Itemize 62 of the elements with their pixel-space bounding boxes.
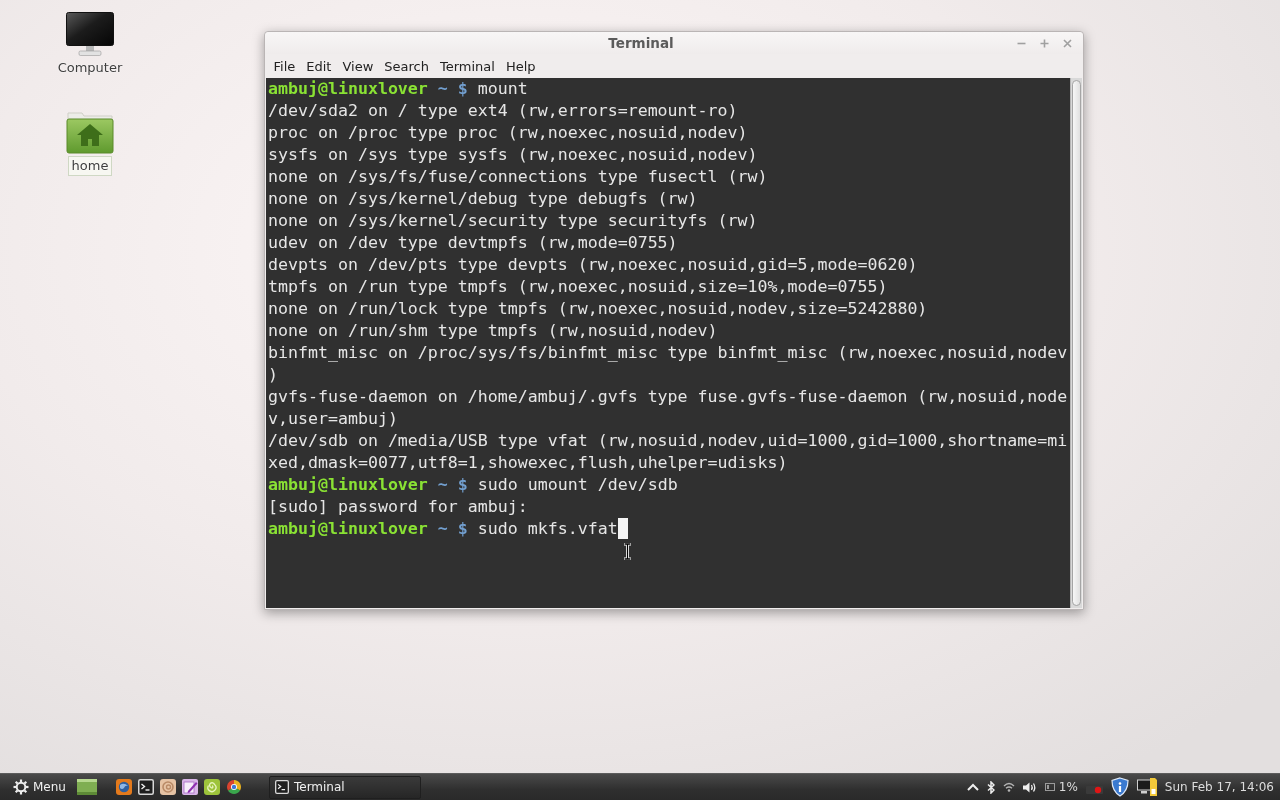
menu-button[interactable]: Menu <box>12 776 67 798</box>
prompt-symbol: $ <box>457 519 468 538</box>
menu-item[interactable]: Search <box>378 55 435 77</box>
spiral-icon[interactable] <box>203 779 220 795</box>
prompt-directory: ~ <box>437 475 448 494</box>
prompt-user-host: ambuj@linuxlover <box>268 475 428 494</box>
prompt-symbol: $ <box>457 475 468 494</box>
terminal-icon[interactable] <box>137 779 154 795</box>
menu-item[interactable]: Terminal <box>434 55 501 77</box>
battery-percentage: 1% <box>1058 780 1078 794</box>
desktop-icon-label[interactable]: home <box>67 156 113 176</box>
output-line: binfmt_misc on /proc/sys/fs/binfmt_misc type binfmt_misc (rw,noexec,nosuid,nodev <box>268 343 1068 362</box>
menu-item[interactable]: Help <box>500 55 542 77</box>
menu-item[interactable]: Edit <box>300 55 337 77</box>
output-line: tmpfs on /run type tmpfs (rw,noexec,nosuid,size=10%,mode=0755) <box>268 277 888 296</box>
prompt-user-host: ambuj@linuxlover <box>268 519 428 538</box>
terminal-icon <box>274 780 289 794</box>
output-line: none on /run/lock type tmpfs (rw,noexec,nosuid,nodev,size=5242880) <box>268 299 928 318</box>
computer-icon[interactable] <box>1136 777 1157 797</box>
menu-item[interactable]: File <box>268 55 301 77</box>
clock[interactable]: Sun Feb 17, 14:06 <box>1164 780 1274 794</box>
output-line: gvfs-fuse-daemon on /home/ambuj/.gvfs type fuse.gvfs-fuse-daemon (rw,nosuid,node <box>268 387 1068 406</box>
output-line: none on /sys/kernel/security type securityfs (rw) <box>268 211 758 230</box>
battery-icon[interactable] <box>1044 783 1055 791</box>
output-line: sysfs on /sys type sysfs (rw,noexec,nosuid,nodev) <box>268 145 758 164</box>
wifi-icon[interactable] <box>1002 782 1015 792</box>
prompt-user-host: ambuj@linuxlover <box>268 79 428 98</box>
output-line: devpts on /dev/pts type devpts (rw,noexec,nosuid,gid=5,mode=0620) <box>268 255 918 274</box>
taskbar-window-button[interactable]: Terminal <box>268 775 421 799</box>
output-line: [sudo] password for ambuj: <box>268 497 528 516</box>
output-line: none on /run/shm type tmpfs (rw,nosuid,nodev) <box>268 321 718 340</box>
command-text: sudo mkfs.vfat <box>477 519 618 538</box>
ring-tile-icon[interactable] <box>159 779 176 795</box>
output-line: none on /sys/fs/fuse/connections type fusectl (rw) <box>268 167 768 186</box>
window-title: Terminal <box>607 35 675 51</box>
output-line: v,user=ambuj) <box>268 409 398 428</box>
chevron-up-icon[interactable] <box>966 783 979 791</box>
shield-icon[interactable] <box>1110 777 1129 797</box>
globe-icon[interactable] <box>115 779 132 795</box>
i-beam-pointer-icon <box>623 543 632 560</box>
output-line: xed,dmask=0077,utf8=1,showexec,flush,uhelper=udisks) <box>268 453 788 472</box>
prompt-directory: ~ <box>437 519 448 538</box>
command-text: sudo umount /dev/sdb <box>477 475 678 494</box>
bluetooth-icon[interactable] <box>986 780 995 794</box>
output-line: proc on /proc type proc (rw,noexec,nosuid,nodev) <box>268 123 748 142</box>
output-line: udev on /dev type devtmpfs (rw,mode=0755) <box>268 233 678 252</box>
home-folder-icon[interactable] <box>66 112 114 154</box>
output-line: ) <box>268 365 278 384</box>
prompt-directory: ~ <box>437 79 448 98</box>
segmented-circle-icon[interactable] <box>225 779 242 795</box>
prompt-symbol: $ <box>457 79 468 98</box>
volume-icon[interactable] <box>1022 781 1037 793</box>
command-text: mount <box>477 79 528 98</box>
menu-item[interactable]: View <box>336 55 379 77</box>
gear-icon <box>13 779 29 795</box>
desktop-tile-icon[interactable] <box>76 779 97 795</box>
desktop-icon-label[interactable]: Computer <box>53 58 127 78</box>
output-line: /dev/sdb on /media/USB type vfat (rw,nosuid,nodev,uid=1000,gid=1000,shortname=mi <box>268 431 1068 450</box>
monitor-icon[interactable] <box>66 12 114 56</box>
output-line: /dev/sda2 on / type ext4 (rw,errors=remount-ro) <box>268 101 738 120</box>
output-line: none on /sys/kernel/debug type debugfs (rw) <box>268 189 698 208</box>
pen-icon[interactable] <box>181 779 198 795</box>
